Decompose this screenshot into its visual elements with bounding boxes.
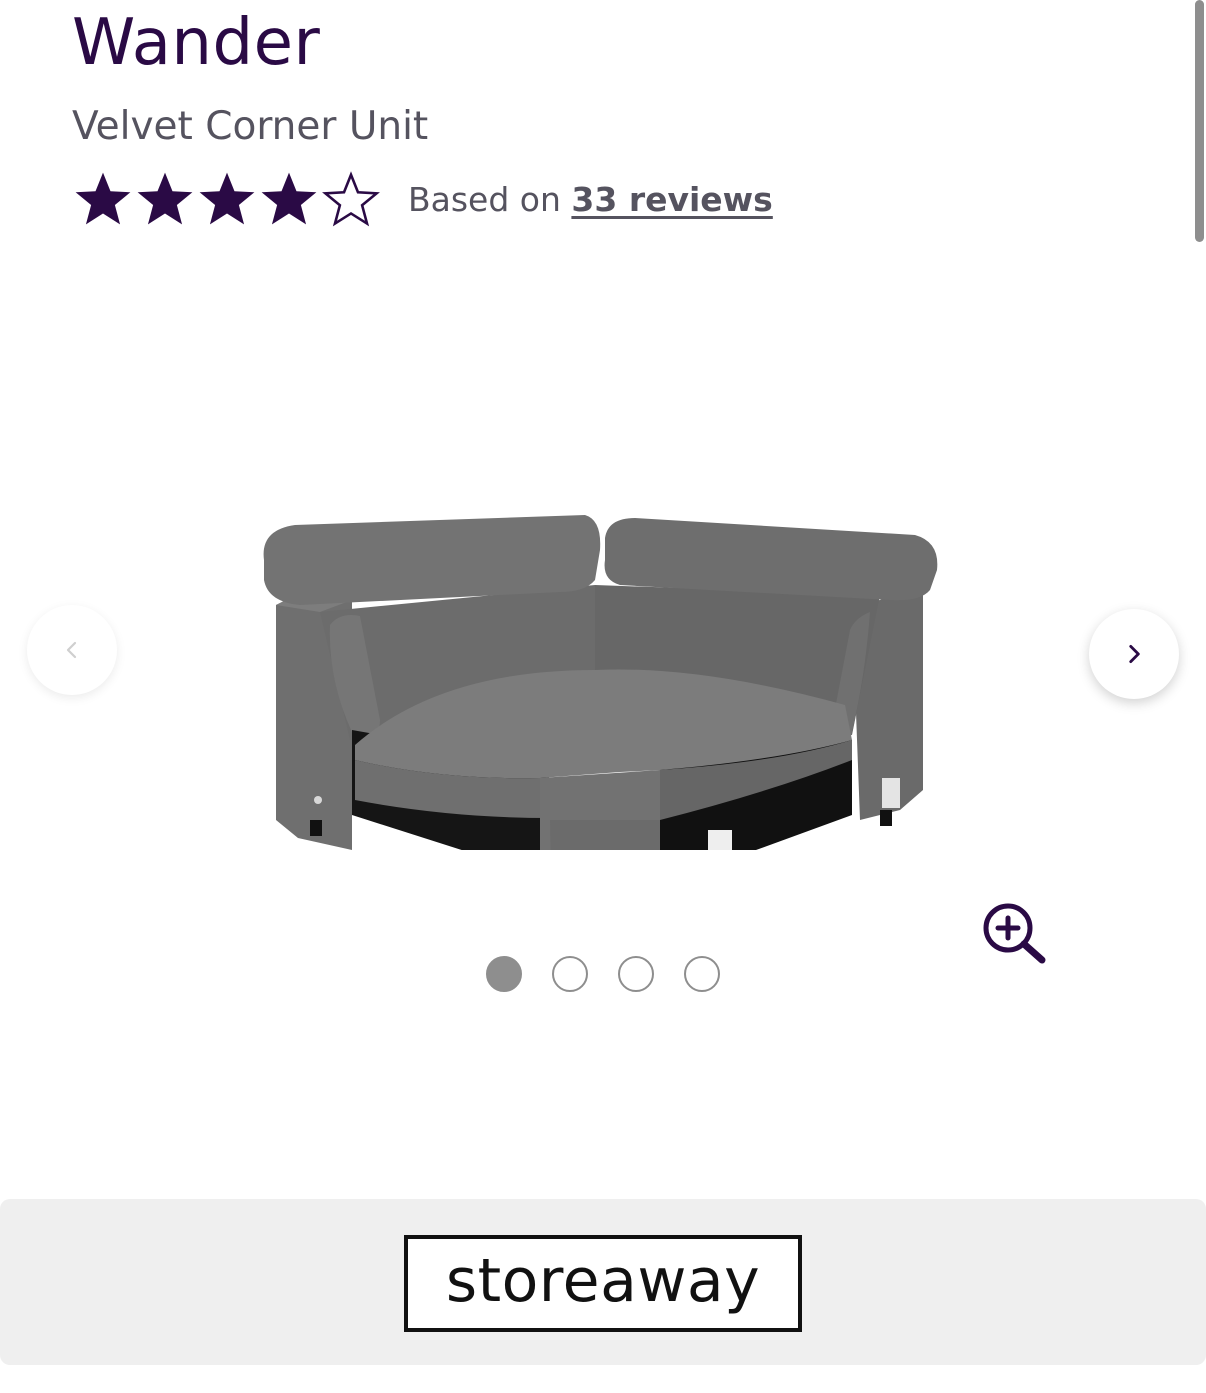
product-gallery bbox=[0, 260, 1206, 1040]
carousel-dot-3[interactable] bbox=[618, 956, 654, 992]
reviews-link[interactable]: 33 reviews bbox=[571, 180, 772, 219]
carousel-dot-1[interactable] bbox=[486, 956, 522, 992]
gallery-next-button[interactable] bbox=[1089, 609, 1179, 699]
star-rating bbox=[72, 168, 382, 230]
based-on-label: Based on bbox=[408, 179, 561, 219]
star-empty-icon bbox=[322, 171, 380, 227]
rating-row: Based on 33 reviews bbox=[72, 164, 773, 234]
zoom-in-icon bbox=[983, 903, 1046, 964]
reviews-summary: Based on 33 reviews bbox=[408, 180, 773, 219]
star-filled-icon bbox=[199, 172, 255, 225]
page-scrollbar[interactable] bbox=[1195, 0, 1204, 242]
chevron-right-icon bbox=[1129, 645, 1140, 663]
star-filled-icon bbox=[137, 172, 193, 225]
brand-banner: storeaway bbox=[0, 1199, 1206, 1365]
zoom-button[interactable] bbox=[980, 898, 1050, 968]
carousel-dot-2[interactable] bbox=[552, 956, 588, 992]
brand-name: storeaway bbox=[445, 1245, 761, 1316]
star-filled-icon bbox=[261, 172, 317, 225]
brand-logo[interactable]: storeaway bbox=[404, 1235, 802, 1332]
gallery-prev-button[interactable] bbox=[27, 605, 117, 695]
corner-sofa-image[interactable] bbox=[240, 380, 970, 850]
carousel-dot-4[interactable] bbox=[684, 956, 720, 992]
carousel-dots bbox=[486, 956, 720, 992]
chevron-left-icon bbox=[66, 641, 77, 659]
star-filled-icon bbox=[75, 172, 131, 225]
product-title: Wander bbox=[72, 6, 321, 80]
product-subtitle: Velvet Corner Unit bbox=[72, 104, 429, 149]
